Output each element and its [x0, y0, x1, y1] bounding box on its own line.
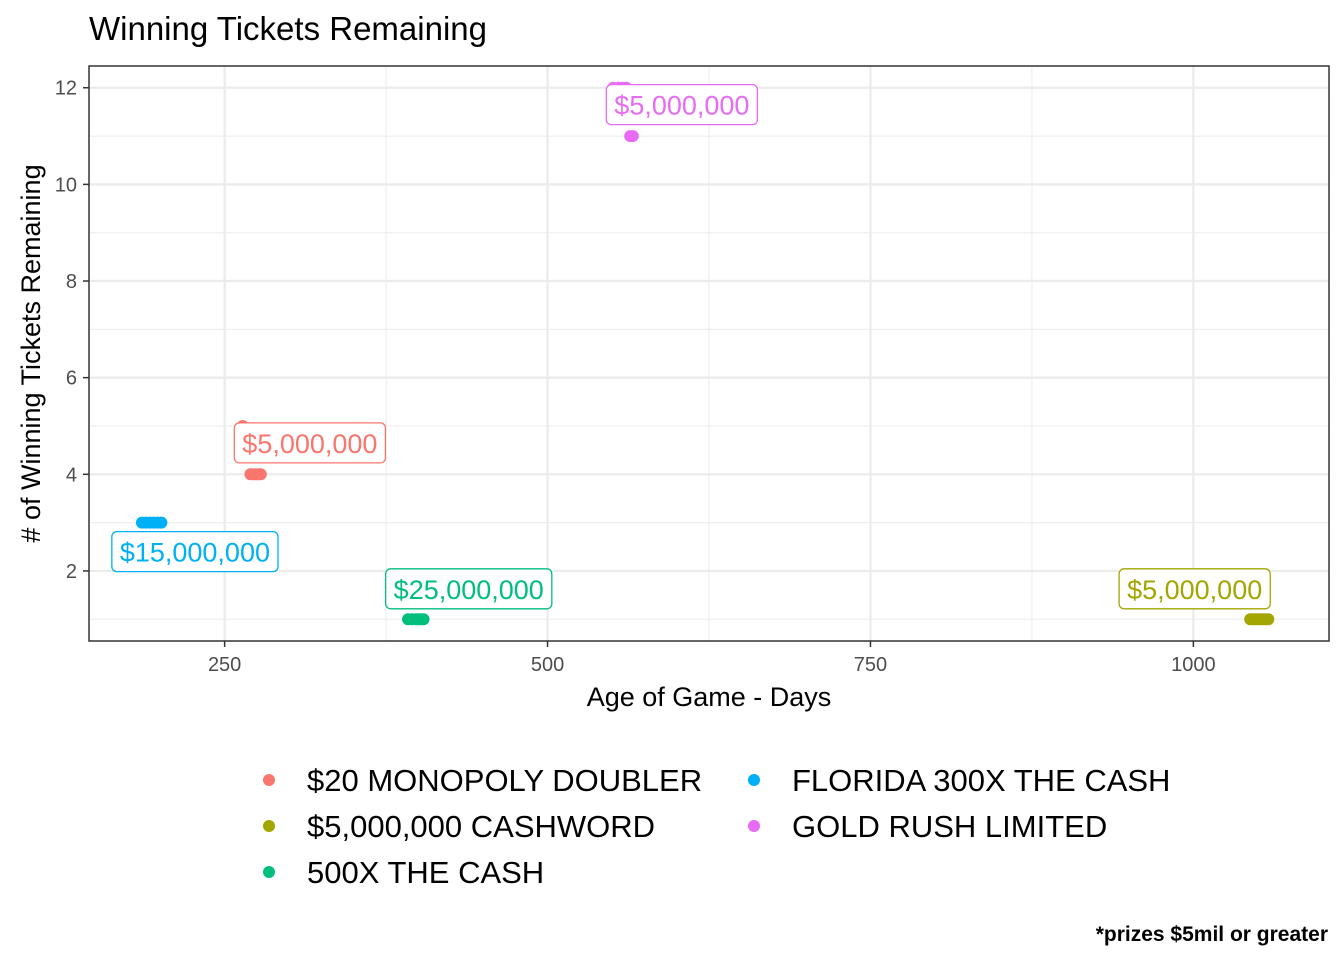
y-tick-label: 6 — [66, 368, 77, 390]
legend-item: $5,000,000 CASHWORD — [263, 809, 655, 844]
series-label: $15,000,000 — [111, 530, 279, 573]
legend-item: 500X THE CASH — [263, 855, 544, 890]
series-label-text: $5,000,000 — [242, 429, 377, 459]
legend-key — [263, 774, 275, 786]
legend-label: GOLD RUSH LIMITED — [792, 809, 1107, 844]
y-tick-label: 12 — [55, 78, 77, 100]
data-point — [254, 468, 267, 481]
legend-label: $5,000,000 CASHWORD — [307, 809, 655, 844]
scatter-chart: Winning Tickets Remaining $5,000,000 $5,0… — [16, 10, 1330, 946]
x-tick-label: 250 — [208, 654, 241, 676]
data-point — [1262, 613, 1275, 626]
legend-label: $20 MONOPOLY DOUBLER — [307, 763, 702, 798]
series-label: $5,000,000 — [605, 84, 759, 126]
series-label-text: $15,000,000 — [120, 538, 270, 568]
series-label-text: $25,000,000 — [394, 575, 544, 605]
legend-item: $20 MONOPOLY DOUBLER — [263, 763, 702, 798]
y-axis-title: # of Winning Tickets Remaining — [16, 164, 46, 542]
legend-key — [748, 820, 760, 832]
x-tick-label: 1000 — [1171, 654, 1216, 676]
data-point — [626, 130, 639, 143]
series-label-text: $5,000,000 — [614, 91, 749, 121]
legend-key — [748, 774, 760, 786]
legend-item: GOLD RUSH LIMITED — [748, 809, 1107, 844]
legend-key — [263, 866, 275, 878]
x-axis: 250 500 750 1000 — [208, 641, 1216, 676]
y-tick-label: 4 — [66, 464, 77, 486]
legend-item: FLORIDA 300X THE CASH — [748, 763, 1170, 798]
chart-title: Winning Tickets Remaining — [89, 10, 487, 47]
y-tick-label: 10 — [55, 174, 77, 196]
caption: *prizes $5mil or greater — [1096, 923, 1328, 946]
series-label: $5,000,000 — [233, 422, 387, 464]
legend-key — [263, 820, 275, 832]
legend: $20 MONOPOLY DOUBLER $5,000,000 CASHWORD 5… — [263, 763, 1170, 890]
legend-label: 500X THE CASH — [307, 855, 544, 890]
y-axis: 2 4 6 8 10 12 — [55, 78, 89, 583]
series-label: $25,000,000 — [385, 568, 553, 610]
x-tick-label: 500 — [531, 654, 564, 676]
legend-label: FLORIDA 300X THE CASH — [792, 763, 1170, 798]
x-axis-title: Age of Game - Days — [587, 682, 832, 712]
data-point — [155, 516, 168, 529]
y-tick-label: 8 — [66, 271, 77, 293]
series-label-text: $5,000,000 — [1127, 575, 1262, 605]
series-label: $5,000,000 — [1118, 568, 1271, 610]
y-tick-label: 2 — [66, 561, 77, 583]
x-tick-label: 750 — [854, 654, 887, 676]
data-point — [417, 613, 430, 626]
